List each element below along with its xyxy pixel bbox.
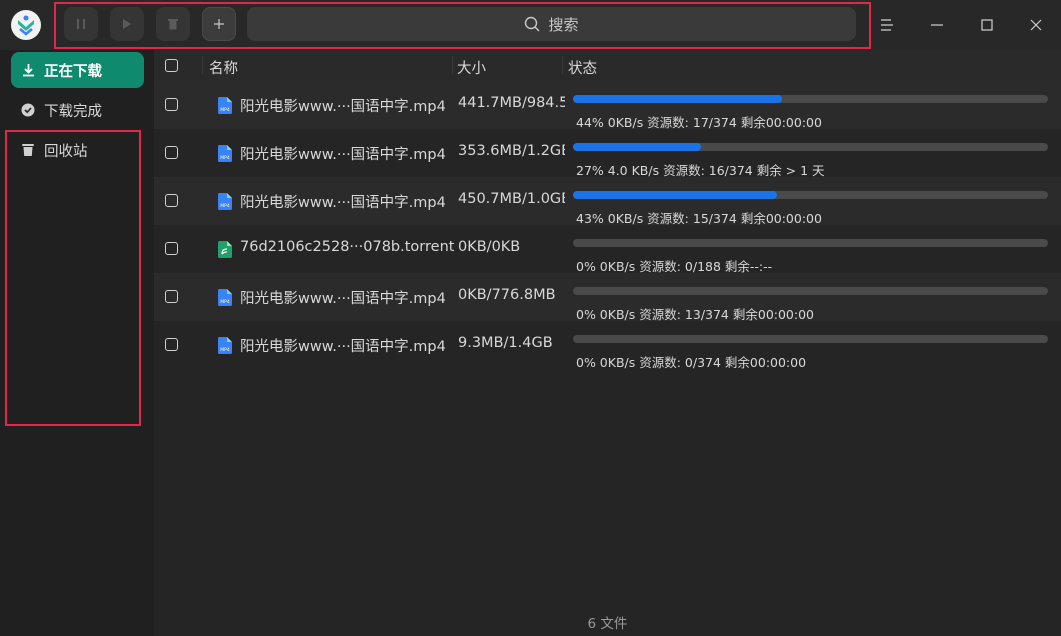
minimize-button[interactable] [922,10,952,40]
progress-bar [573,335,1048,343]
select-all-checkbox[interactable] [165,59,178,72]
column-header-status[interactable]: 状态 [568,57,597,78]
close-icon [1030,19,1042,31]
table-row[interactable]: MP4 阳光电影www.···国语中字.mp4 441.7MB/984.5MB … [154,81,1061,130]
sidebar: 正在下载 下载完成 回收站 [0,50,154,636]
table-row[interactable]: MP4 阳光电影www.···国语中字.mp4 0KB/776.8MB 0% 0… [154,273,1061,322]
search-placeholder: 搜索 [548,15,579,34]
column-divider [562,56,563,74]
file-name: 阳光电影www.···国语中字.mp4 [240,147,446,163]
menu-button[interactable] [872,10,902,40]
progress-fill [573,143,702,151]
file-name: 阳光电影www.···国语中字.mp4 [240,195,446,211]
row-checkbox[interactable] [165,338,178,351]
svg-text:MP4: MP4 [220,347,230,353]
download-list-panel: 名称 大小 状态 MP4 阳光电影www.···国语中字.mp4 441.7MB… [154,50,1061,636]
mp4-file-icon: MP4 [218,193,232,210]
maximize-icon [981,19,993,31]
column-header-name[interactable]: 名称 [209,57,238,78]
column-divider [452,56,453,74]
row-checkbox[interactable] [165,194,178,207]
download-icon [21,63,35,77]
file-size: 9.3MB/1.4GB [458,335,553,351]
svg-text:MP4: MP4 [220,107,230,113]
file-name: 阳光电影www.···国语中字.mp4 [240,339,446,355]
maximize-button[interactable] [972,10,1002,40]
row-checkbox[interactable] [165,146,178,159]
table-row[interactable]: MP4 阳光电影www.···国语中字.mp4 450.7MB/1.0GB 43… [154,177,1061,226]
file-count: 6 文件 [587,616,628,632]
column-divider [202,56,203,74]
svg-text:MP4: MP4 [220,203,230,209]
file-name: 76d2106c2528···078b.torrent [240,239,454,255]
progress-bar [573,191,1048,199]
progress-bar [573,239,1048,247]
torrent-file-icon [218,241,232,258]
file-name: 阳光电影www.···国语中字.mp4 [240,291,446,307]
mp4-file-icon: MP4 [218,145,232,162]
mp4-file-icon: MP4 [218,289,232,306]
table-row[interactable]: 76d2106c2528···078b.torrent 0KB/0KB 0% 0… [154,225,1061,274]
trash-icon [168,19,178,30]
progress-fill [573,191,778,199]
file-size: 0KB/0KB [458,239,521,255]
progress-bar [573,143,1048,151]
table-row[interactable]: MP4 阳光电影www.···国语中字.mp4 9.3MB/1.4GB 0% 0… [154,321,1061,370]
file-size: 441.7MB/984.5MB [458,95,565,111]
sidebar-item-downloading[interactable]: 正在下载 [11,52,144,88]
add-task-button[interactable] [202,7,236,41]
file-name: 阳光电影www.···国语中字.mp4 [240,99,446,115]
file-size: 0KB/776.8MB [458,287,556,303]
file-size: 450.7MB/1.0GB [458,191,565,207]
table-header: 名称 大小 状态 [154,50,1061,81]
pause-icon [77,19,85,29]
plus-icon [214,19,224,29]
mp4-file-icon: MP4 [218,97,232,114]
mp4-file-icon: MP4 [218,337,232,354]
play-icon [123,19,131,29]
app-logo-icon [11,10,41,40]
progress-bar [573,287,1048,295]
sidebar-item-label: 下载完成 [44,103,102,120]
title-bar: 搜索 [0,0,1061,50]
delete-button[interactable] [156,7,190,41]
row-checkbox[interactable] [165,98,178,111]
check-circle-icon [21,103,35,117]
menu-icon [881,19,893,31]
sidebar-item-completed[interactable]: 下载完成 [11,92,144,128]
file-size: 353.6MB/1.2GB [458,143,565,159]
status-text: 0% 0KB/s 资源数: 0/374 剩余00:00:00 [576,355,807,370]
row-checkbox[interactable] [165,290,178,303]
table-row[interactable]: MP4 阳光电影www.···国语中字.mp4 353.6MB/1.2GB 27… [154,129,1061,178]
search-icon [525,16,540,32]
close-button[interactable] [1021,10,1051,40]
progress-bar [573,95,1048,103]
minimize-icon [931,24,943,26]
svg-text:MP4: MP4 [220,299,230,305]
start-button[interactable] [110,7,144,41]
svg-text:MP4: MP4 [220,155,230,161]
sidebar-item-label: 正在下载 [44,63,102,80]
sidebar-item-recycle-bin[interactable]: 回收站 [11,132,144,168]
trash-icon [21,143,35,157]
progress-fill [573,95,782,103]
sidebar-item-label: 回收站 [44,143,88,160]
column-header-size[interactable]: 大小 [457,57,486,78]
search-box[interactable]: 搜索 [247,7,856,41]
row-checkbox[interactable] [165,242,178,255]
pause-button[interactable] [64,7,98,41]
